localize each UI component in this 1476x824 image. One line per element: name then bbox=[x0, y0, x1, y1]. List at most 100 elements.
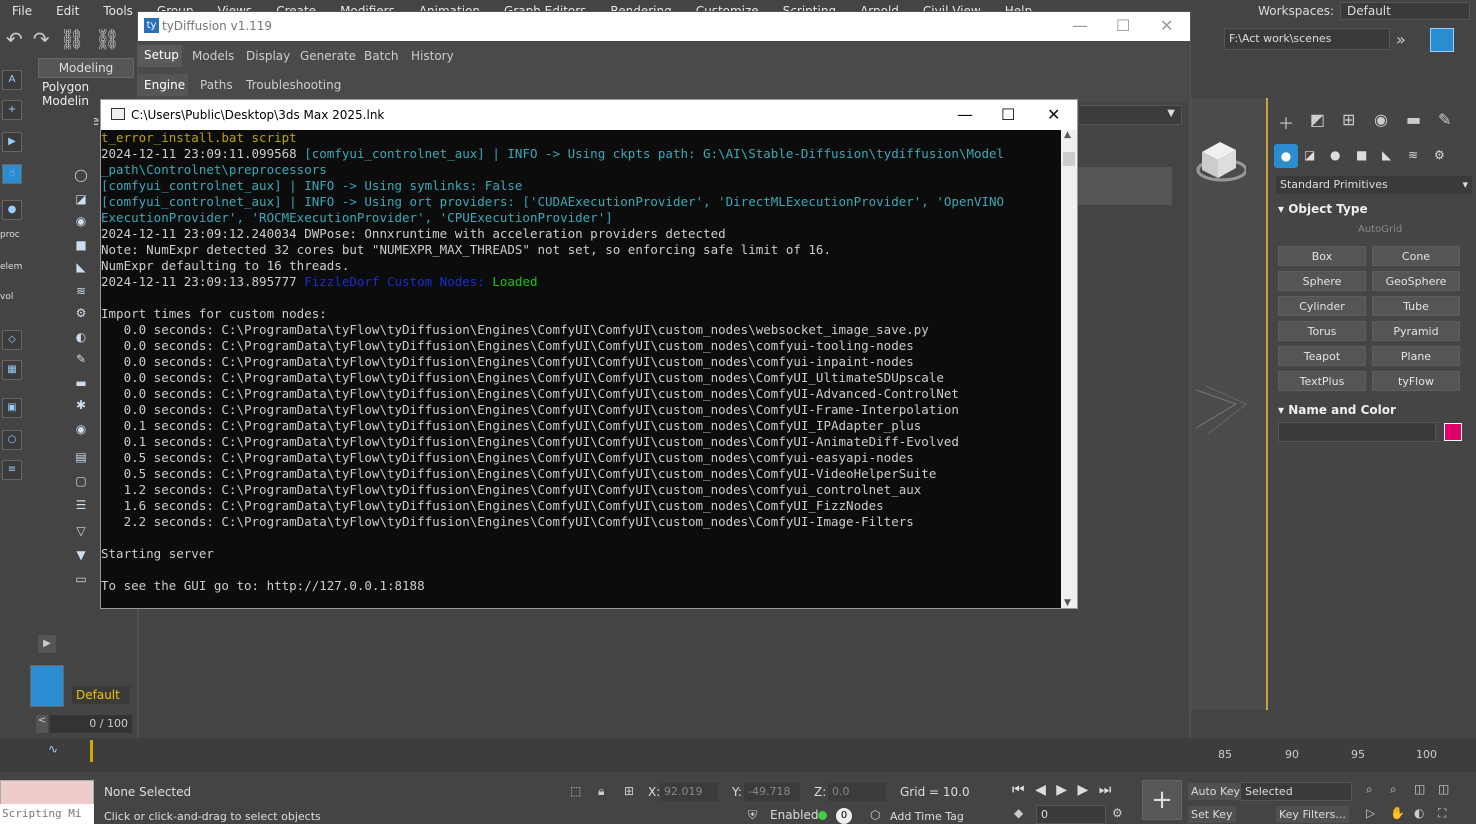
go-to-end-icon[interactable]: ⏭ bbox=[1099, 782, 1112, 798]
primitive-type-dropdown[interactable]: Standard Primitives ▾ bbox=[1276, 176, 1472, 194]
tag-icon[interactable]: ⬡ bbox=[870, 808, 880, 822]
chevron-left-icon[interactable]: < bbox=[36, 715, 48, 733]
geosphere-button[interactable]: GeoSphere bbox=[1372, 271, 1460, 291]
chevron-up-icon[interactable]: ▲ bbox=[1064, 130, 1071, 140]
minimize-icon[interactable]: — bbox=[1072, 16, 1088, 35]
zero-badge[interactable]: 0 bbox=[836, 808, 852, 824]
curve-editor-icon[interactable]: ∿ bbox=[48, 742, 58, 756]
shapes-icon[interactable]: ◪ bbox=[72, 190, 90, 208]
chevron-right-icon[interactable]: » bbox=[1396, 30, 1406, 49]
filter-icon[interactable]: ▽ bbox=[72, 522, 90, 540]
console-output[interactable]: t_error_install.bat script 2024-12-11 23:… bbox=[101, 130, 1061, 608]
transform-mode-icon[interactable]: ⊞ bbox=[624, 784, 634, 798]
timeline[interactable] bbox=[0, 738, 1476, 772]
workspace-selector[interactable]: Workspaces: Default bbox=[1258, 0, 1470, 22]
key-filters-button[interactable]: Key Filters... bbox=[1276, 806, 1349, 823]
camera-icon[interactable]: ▣ bbox=[2, 398, 22, 418]
tab-batch[interactable]: Batch bbox=[364, 49, 399, 63]
isolate-icon[interactable]: ⬚ bbox=[570, 784, 581, 798]
y-coordinate-field[interactable]: -49.718 bbox=[744, 783, 800, 801]
spacewarps-icon[interactable]: ≋ bbox=[1408, 148, 1418, 162]
hierarchy-icon[interactable]: ◐ bbox=[72, 328, 90, 346]
x-coordinate-field[interactable]: 92.019 bbox=[660, 783, 718, 801]
lights-icon[interactable]: ● bbox=[1330, 148, 1340, 162]
display-tab-icon[interactable]: ▬ bbox=[1406, 110, 1421, 129]
eye-icon[interactable]: ◉ bbox=[72, 420, 90, 438]
viewcube-icon[interactable] bbox=[1192, 132, 1246, 188]
workspace-dropdown[interactable]: Default bbox=[1340, 2, 1470, 20]
tab-models[interactable]: Models bbox=[192, 49, 234, 63]
previous-frame-icon[interactable]: ◀ bbox=[1035, 782, 1046, 798]
play-icon[interactable]: ▶ bbox=[1056, 782, 1067, 798]
shapes-icon[interactable]: ◪ bbox=[1304, 148, 1315, 162]
page-icon[interactable]: ▢ bbox=[72, 472, 90, 490]
add-time-tag[interactable]: Add Time Tag bbox=[890, 810, 964, 823]
key-set-dropdown[interactable]: Selected bbox=[1240, 782, 1352, 801]
play-icon[interactable]: ▶ bbox=[38, 635, 56, 653]
zoom-icon[interactable]: ⌕ bbox=[1366, 782, 1373, 797]
page-icon[interactable]: ▤ bbox=[72, 448, 90, 466]
cylinder-button[interactable]: Cylinder bbox=[1278, 296, 1366, 316]
helpers-icon[interactable]: ◣ bbox=[1382, 148, 1391, 162]
sphere-button[interactable]: Sphere bbox=[1278, 271, 1366, 291]
undo-icon[interactable]: ↶ bbox=[6, 27, 23, 51]
display-icon[interactable]: ▬ bbox=[72, 374, 90, 392]
z-coordinate-field[interactable]: 0.0 bbox=[828, 783, 886, 801]
camera-icon[interactable]: ■ bbox=[72, 236, 90, 254]
enabled-indicator[interactable] bbox=[818, 811, 827, 820]
close-icon[interactable]: ✕ bbox=[1160, 16, 1173, 35]
sphere-icon[interactable]: ◯ bbox=[72, 166, 90, 184]
tab-paths[interactable]: Paths bbox=[200, 78, 233, 92]
textplus-button[interactable]: TextPlus bbox=[1278, 371, 1366, 391]
teapot-button[interactable]: Teapot bbox=[1278, 346, 1366, 366]
menu-item-edit[interactable]: Edit bbox=[44, 0, 91, 22]
create-icon[interactable]: + bbox=[2, 100, 22, 120]
lock-icon[interactable]: 🔒︎ bbox=[598, 784, 604, 799]
object-name-field[interactable] bbox=[1278, 422, 1436, 442]
minimize-icon[interactable]: — bbox=[957, 105, 973, 124]
default-label[interactable]: Default bbox=[72, 686, 130, 704]
time-slider[interactable] bbox=[90, 740, 93, 762]
maxscript-mini-listener[interactable]: Scripting Mi bbox=[0, 804, 94, 824]
cameras-icon[interactable]: ■ bbox=[1356, 148, 1367, 162]
geometry-icon[interactable]: ● bbox=[1274, 144, 1298, 168]
frame-counter[interactable]: 0 / 100 bbox=[50, 715, 132, 733]
pyramid-button[interactable]: Pyramid bbox=[1372, 321, 1460, 341]
cone-button[interactable]: Cone bbox=[1372, 246, 1460, 266]
orbit-icon[interactable]: ◐ bbox=[1414, 806, 1424, 820]
utilities-tab-icon[interactable]: ✎ bbox=[1438, 110, 1451, 129]
motion-tab-icon[interactable]: ◉ bbox=[1374, 110, 1388, 129]
save-icon[interactable] bbox=[1430, 28, 1454, 52]
project-path-dropdown[interactable]: F:\Act work\scenes bbox=[1224, 28, 1390, 50]
autogrid-checkbox[interactable]: AutoGrid bbox=[1358, 224, 1402, 235]
time-config-icon[interactable]: ⚙ bbox=[1112, 806, 1123, 820]
tyflow-button[interactable]: tyFlow bbox=[1372, 371, 1460, 391]
chevron-down-icon[interactable]: ▼ bbox=[1064, 598, 1071, 608]
current-frame-field[interactable]: 0 bbox=[1036, 805, 1106, 824]
hand-icon[interactable]: ☝ bbox=[2, 164, 22, 184]
maximize-viewport-icon[interactable]: ⛶ bbox=[1438, 806, 1446, 821]
zoom-all-icon[interactable]: ⌕ bbox=[1390, 782, 1397, 797]
folder-icon[interactable]: ▭ bbox=[72, 570, 90, 588]
plane-button[interactable]: Plane bbox=[1372, 346, 1460, 366]
set-key-icon[interactable]: + bbox=[1142, 780, 1182, 820]
system-icon[interactable]: ⚙ bbox=[72, 304, 90, 322]
zoom-extents-icon[interactable]: ◫ bbox=[1414, 782, 1425, 796]
tab-display[interactable]: Display bbox=[246, 49, 290, 63]
name-color-header[interactable]: ▾ Name and Color bbox=[1278, 403, 1396, 417]
redo-icon[interactable]: ↷ bbox=[33, 27, 50, 51]
maximize-icon[interactable]: ☐ bbox=[1001, 105, 1015, 124]
maximize-icon[interactable]: ☐ bbox=[1116, 16, 1130, 35]
text-icon[interactable]: A bbox=[2, 70, 22, 90]
filter-icon[interactable]: ▼ bbox=[72, 546, 90, 564]
close-icon[interactable]: ✕ bbox=[1047, 105, 1060, 124]
set-key-button[interactable]: Set Key bbox=[1188, 806, 1236, 823]
light-icon[interactable]: ● bbox=[2, 200, 22, 220]
unlink-icon[interactable]: ⛓ bbox=[95, 27, 120, 51]
tab-history[interactable]: History bbox=[411, 49, 454, 63]
tab-engine[interactable]: Engine bbox=[138, 74, 188, 96]
light-icon[interactable]: ◉ bbox=[72, 212, 90, 230]
object-type-header[interactable]: ▾ Object Type bbox=[1278, 202, 1368, 216]
modify-tab-icon[interactable]: ◩ bbox=[1310, 110, 1325, 129]
menu-item-file[interactable]: File bbox=[0, 0, 44, 22]
